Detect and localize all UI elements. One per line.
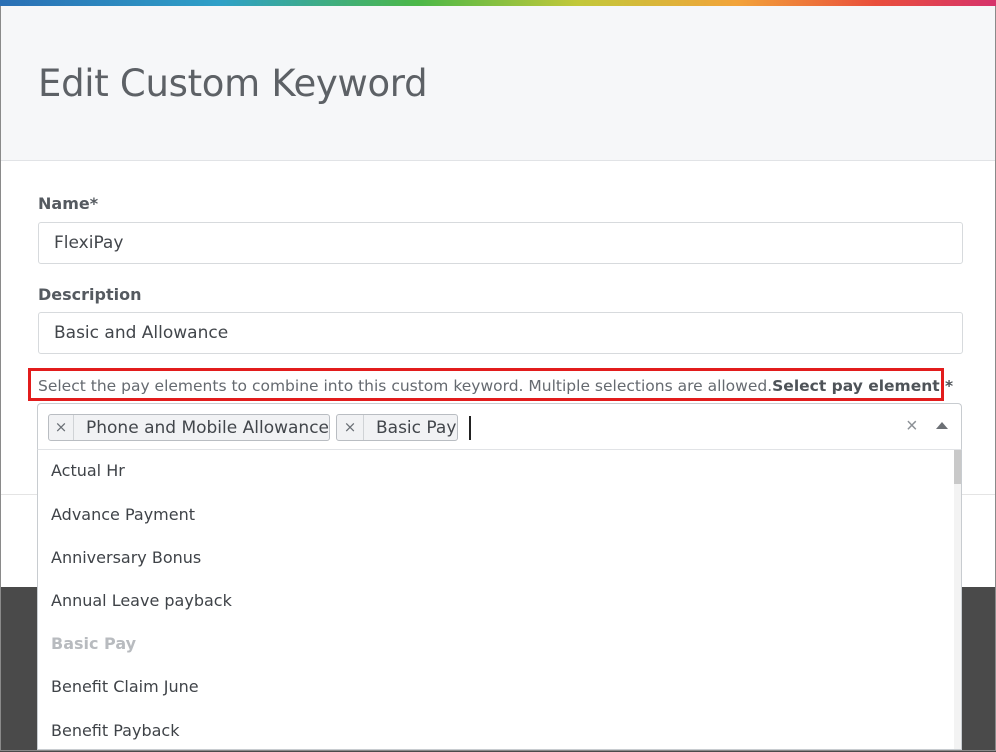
chip-label: Phone and Mobile Allowance xyxy=(86,417,329,438)
dropdown-arrow-up-icon[interactable] xyxy=(936,422,948,429)
selected-chip: × Phone and Mobile Allowance xyxy=(48,414,330,441)
chip-label: Basic Pay xyxy=(376,417,457,438)
option-anniversary-bonus[interactable]: Anniversary Bonus xyxy=(51,548,201,567)
clear-selection-icon[interactable]: × xyxy=(906,413,918,439)
remove-chip-icon[interactable]: × xyxy=(49,415,74,440)
option-benefit-claim-june[interactable]: Benefit Claim June xyxy=(51,677,199,696)
text-cursor xyxy=(469,416,471,440)
option-advance-payment[interactable]: Advance Payment xyxy=(51,505,195,524)
option-basic-pay-disabled: Basic Pay xyxy=(51,634,137,653)
remove-chip-icon[interactable]: × xyxy=(337,415,364,440)
option-benefit-payback[interactable]: Benefit Payback xyxy=(51,721,179,740)
description-label: Description xyxy=(38,285,142,304)
option-actual-hr[interactable]: Actual Hr xyxy=(51,461,125,480)
pay-element-multiselect[interactable]: × Phone and Mobile Allowance × Basic Pay… xyxy=(37,403,962,450)
name-input[interactable] xyxy=(38,222,963,264)
name-label: Name* xyxy=(38,194,99,213)
dialog-header: Edit Custom Keyword xyxy=(1,6,995,161)
pay-element-hint: Select the pay elements to combine into … xyxy=(38,377,953,395)
dropdown-scrollbar-thumb[interactable] xyxy=(954,450,961,484)
hint-text: Select the pay elements to combine into … xyxy=(38,377,773,395)
dialog-title: Edit Custom Keyword xyxy=(38,62,428,105)
pay-element-options-list: Actual Hr Advance Payment Anniversary Bo… xyxy=(37,450,962,750)
dropdown-scrollbar-track[interactable] xyxy=(954,450,961,749)
option-annual-leave-payback[interactable]: Annual Leave payback xyxy=(51,591,232,610)
select-pay-element-label: Select pay element * xyxy=(772,377,954,395)
description-input[interactable] xyxy=(38,312,963,354)
selected-chip: × Basic Pay xyxy=(336,414,458,441)
